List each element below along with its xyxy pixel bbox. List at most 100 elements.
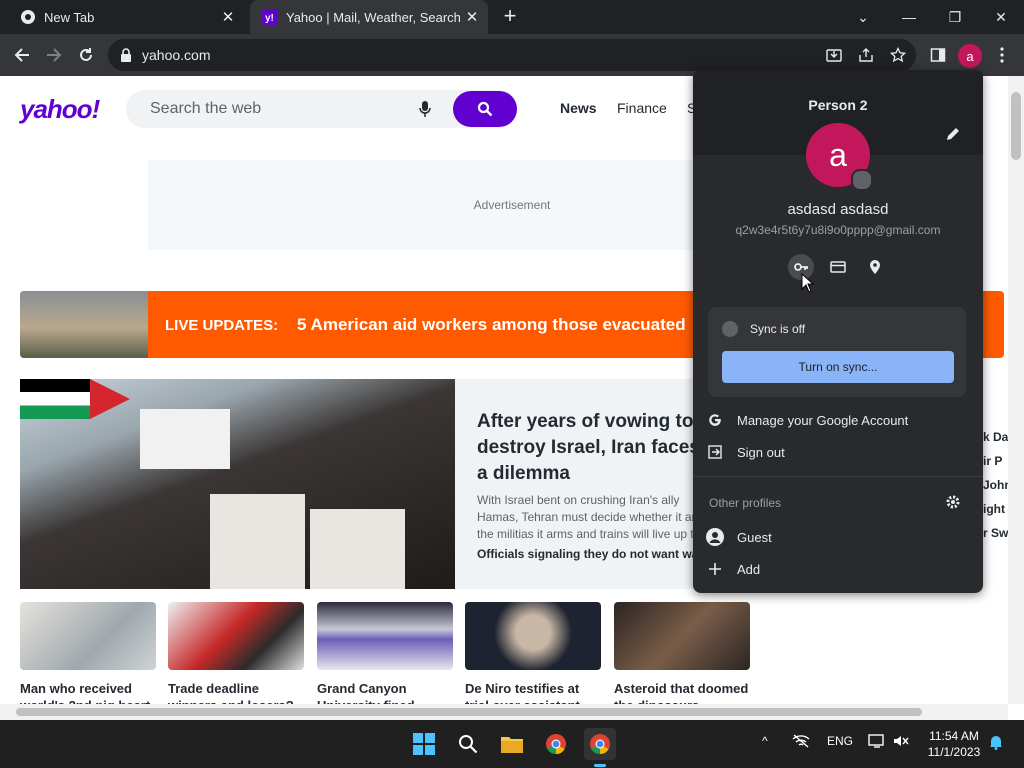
volume-muted-icon[interactable] [893,734,909,751]
tab-title: New Tab [44,9,95,25]
search-icon[interactable] [452,728,484,760]
protest-sign [140,409,230,469]
clock-date: 11/1/2023 [927,745,981,759]
profile-name: Person 2 [808,97,868,113]
gear-icon[interactable] [945,494,961,510]
turn-on-sync-button[interactable]: Turn on sync... [722,351,954,383]
sync-paused-badge-icon [851,169,873,191]
nav-finance[interactable]: Finance [617,100,667,116]
card-image [614,602,750,670]
sign-out-item[interactable]: Sign out [693,437,983,467]
microphone-icon[interactable] [415,100,435,118]
bookmark-star-icon[interactable] [886,43,910,67]
hero-image[interactable] [20,379,455,589]
language-indicator[interactable]: ENG [827,734,853,748]
card-image [168,602,304,670]
chrome-icon [20,9,36,25]
sync-off-icon [722,321,738,337]
manage-account-item[interactable]: Manage your Google Account [693,405,983,435]
card-caption: Trade deadline winners and losers? [168,681,294,704]
other-profiles-heading: Other profiles [709,496,782,510]
reload-icon[interactable] [74,43,98,67]
search-icon [477,101,493,117]
horizontal-scroll-thumb[interactable] [16,708,922,716]
sync-panel: Sync is off Turn on sync... [708,307,966,397]
address-bar[interactable]: yahoo.com [108,39,916,71]
plus-icon [693,562,737,576]
side-panel-icon[interactable] [926,43,950,67]
search-bar[interactable]: Search the web [126,90,518,128]
close-tab-icon[interactable]: ✕ [462,8,482,26]
display-icon[interactable] [868,734,886,751]
yahoo-logo[interactable]: yahoo! [20,94,100,125]
flag-graphic [20,379,90,419]
new-tab-button[interactable]: + [498,5,522,29]
card-caption: De Niro testifies at trial over assistan… [465,681,580,704]
guest-profile-item[interactable]: Guest [693,522,983,552]
google-g-icon [693,413,737,427]
tab-strip: New Tab ✕ y! Yahoo | Mail, Weather, Sear… [0,0,1024,34]
news-card[interactable]: Grand Canyon University fined [317,602,453,704]
sign-out-icon [693,445,737,459]
search-input[interactable]: Search the web [150,100,415,118]
divider [693,476,983,477]
card-image [20,602,156,670]
tab-search-icon[interactable]: ⌄ [840,0,886,34]
yahoo-favicon-icon: y! [262,9,278,25]
side-headline[interactable]: ight S [983,502,1008,516]
card-caption: Asteroid that doomed the dinosaurs [614,681,749,704]
account-email: q2w3e4r5t6y7u8i9o0pppp@gmail.com [735,223,941,237]
account-name: asdasd asdasd [787,201,889,218]
news-card[interactable]: Man who received world's 2nd pig heart [20,602,156,704]
hero-story[interactable]: After years of vowing to destroy Israel,… [455,379,695,589]
live-thumbnail [20,291,148,358]
guest-avatar-icon [693,527,737,547]
manage-account-label: Manage your Google Account [737,412,909,428]
card-caption: Grand Canyon University fined [317,681,415,704]
profile-menu: Person 2 a asdasd asdasd q2w3e4r5t6y7u8i… [693,70,983,593]
file-explorer-icon[interactable] [496,728,528,760]
portrait-poster [210,494,305,589]
url-text: yahoo.com [142,47,211,63]
vertical-scroll-thumb[interactable] [1011,92,1021,160]
minimize-icon[interactable]: — [886,0,932,34]
system-clock[interactable]: 11:54 AM 11/1/2023 [918,728,990,760]
tab-yahoo[interactable]: y! Yahoo | Mail, Weather, Search, P ✕ [250,0,488,34]
hero-title[interactable]: After years of vowing to destroy Israel,… [477,409,695,487]
windows-start-icon[interactable] [408,728,440,760]
install-icon[interactable] [822,43,846,67]
restore-icon[interactable]: ❐ [932,0,978,34]
svg-text:y!: y! [265,13,274,24]
search-button[interactable] [453,91,517,127]
news-card[interactable]: De Niro testifies at trial over assistan… [465,602,601,704]
show-hidden-icons-icon[interactable]: ^ [762,734,768,748]
address-pin-icon[interactable] [862,254,888,280]
share-icon[interactable] [854,43,878,67]
payment-card-icon[interactable] [825,254,851,280]
tab-new-tab[interactable]: New Tab ✕ [8,0,244,34]
add-profile-item[interactable]: Add [693,554,983,584]
network-icon[interactable] [792,734,810,751]
hero-subtitle[interactable]: Officials signaling they do not want war [477,547,695,561]
profile-avatar-button[interactable]: a [958,44,982,68]
nav-news[interactable]: News [560,100,597,116]
news-card[interactable]: Trade deadline winners and losers? [168,602,304,704]
side-headline[interactable]: John [983,478,1008,492]
forward-icon[interactable] [42,43,66,67]
menu-kebab-icon[interactable] [990,43,1014,67]
lock-icon [120,48,134,62]
back-icon[interactable] [10,43,34,67]
close-window-icon[interactable]: ✕ [978,0,1024,34]
chrome-icon[interactable] [540,728,572,760]
side-headline[interactable]: r Sw [983,526,1008,540]
add-label: Add [737,561,761,577]
vertical-scrollbar[interactable] [1008,76,1024,704]
side-headline[interactable]: ir P [983,454,1002,468]
edit-pencil-icon[interactable] [945,126,961,142]
close-tab-icon[interactable]: ✕ [218,8,238,26]
chrome-profile-icon[interactable] [584,728,616,760]
side-headline[interactable]: k Da [983,430,1008,444]
news-card[interactable]: Asteroid that doomed the dinosaurs [614,602,750,704]
notification-bell-icon[interactable] [988,734,1004,753]
ad-label: Advertisement [473,198,551,212]
